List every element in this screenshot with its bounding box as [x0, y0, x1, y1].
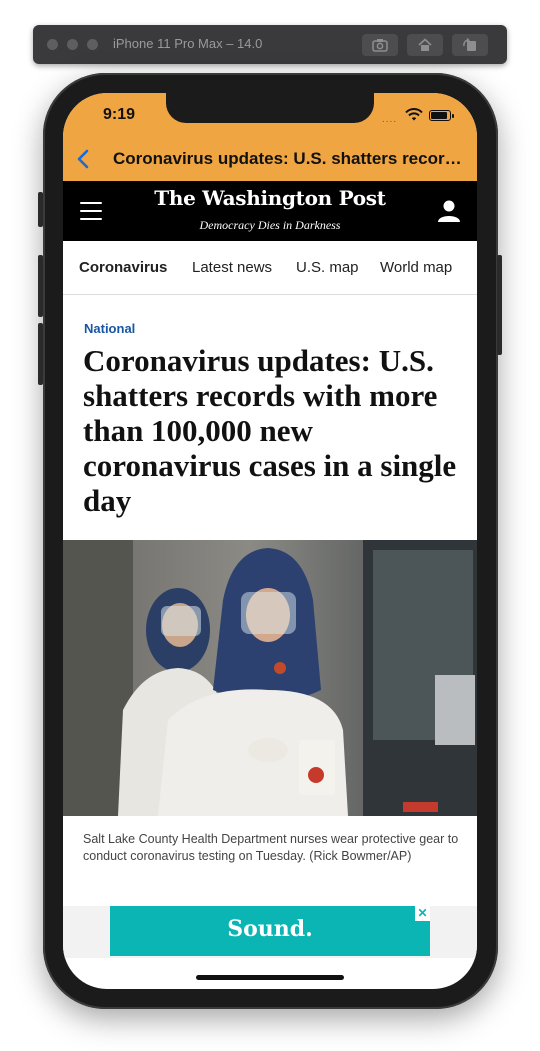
rotate-icon — [463, 38, 476, 51]
status-time: 9:19 — [103, 106, 136, 123]
tab-latest-news[interactable]: Latest news — [192, 259, 272, 276]
volume-up-button[interactable] — [38, 255, 43, 317]
article-kicker[interactable]: National — [84, 321, 135, 336]
ad-strip: Sound. ✕ — [63, 906, 477, 958]
close-window-button[interactable] — [47, 39, 58, 50]
zoom-window-button[interactable] — [87, 39, 98, 50]
user-account-icon[interactable] — [436, 199, 462, 223]
chevron-left-icon[interactable] — [72, 147, 96, 171]
rotate-button[interactable] — [452, 34, 488, 56]
volume-down-button[interactable] — [38, 323, 43, 385]
ad-text: Sound. — [227, 916, 313, 942]
article-photo[interactable] — [63, 540, 477, 816]
tab-coronavirus[interactable]: Coronavirus — [79, 259, 167, 276]
ad-close-icon[interactable]: ✕ — [415, 906, 430, 921]
cellular-signal-icon: .... — [382, 114, 398, 125]
site-tagline: Democracy Dies in Darkness — [199, 218, 341, 232]
mute-switch[interactable] — [38, 192, 43, 227]
photo-caption: Salt Lake County Health Department nurse… — [83, 832, 459, 863]
home-indicator[interactable] — [196, 975, 344, 980]
navigation-bar: Coronavirus updates: U.S. shatters recor… — [63, 137, 477, 181]
site-logo[interactable]: The Washington Post — [63, 186, 477, 210]
site-header: The Washington Post Democracy Dies in Da… — [63, 181, 477, 241]
minimize-window-button[interactable] — [67, 39, 78, 50]
ad-banner[interactable]: Sound. ✕ — [110, 906, 430, 956]
simulator-title: iPhone 11 Pro Max – 14.0 — [113, 36, 263, 51]
home-button[interactable] — [407, 34, 443, 56]
tab-us-map[interactable]: U.S. map — [296, 259, 359, 276]
nurses-testing-photo — [63, 540, 477, 816]
caption-area: Salt Lake County Health Department nurse… — [63, 816, 477, 906]
article-headline: Coronavirus updates: U.S. shatters recor… — [83, 343, 457, 518]
home-icon — [418, 38, 432, 51]
section-nav: Coronavirus Latest news U.S. map World m… — [63, 241, 477, 295]
screenshot-button[interactable] — [362, 34, 398, 56]
tab-world-map[interactable]: World map — [380, 259, 452, 276]
notch — [166, 93, 374, 123]
phone-screen: 9:19 .... Coronavirus updates: U.S. shat… — [63, 93, 477, 989]
wifi-icon — [405, 108, 423, 121]
battery-icon — [429, 110, 454, 121]
nav-title: Coronavirus updates: U.S. shatters recor… — [113, 149, 465, 168]
power-button[interactable] — [497, 255, 502, 355]
simulator-title-bar: iPhone 11 Pro Max – 14.0 — [33, 25, 507, 64]
screenshot-icon — [372, 39, 388, 52]
